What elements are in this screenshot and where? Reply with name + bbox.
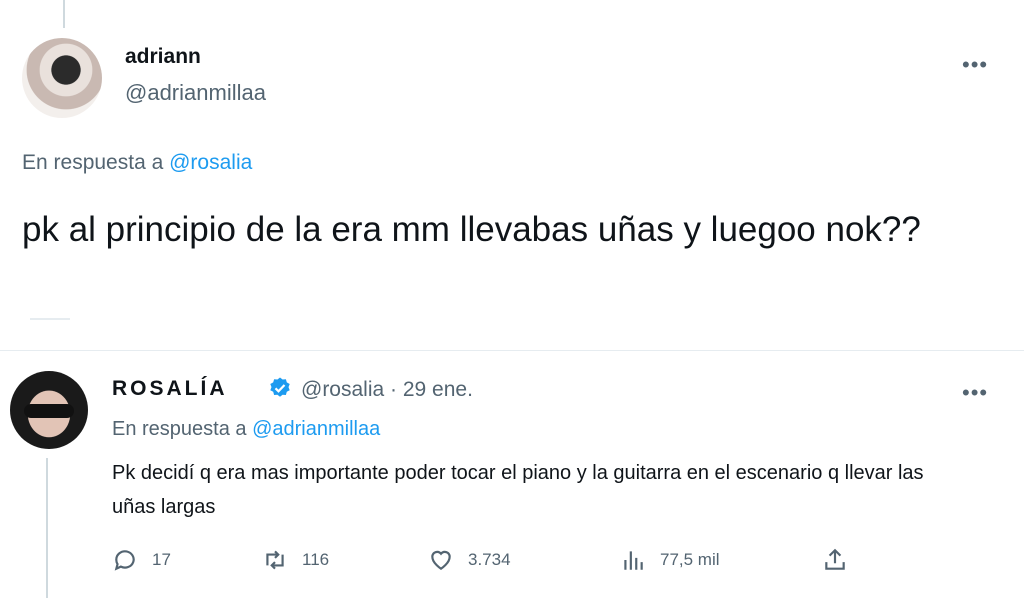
- like-button[interactable]: 3.734: [428, 545, 511, 575]
- like-icon: [431, 550, 451, 570]
- tweet-text: Pk decidí q era mas importante poder toc…: [112, 462, 924, 518]
- replying-prefix: En respuesta a: [112, 418, 247, 440]
- replying-prefix: En respuesta a: [22, 151, 164, 174]
- replying-to: En respuesta a @adrianmillaa: [112, 418, 380, 441]
- thread-line: [46, 458, 48, 598]
- author-handle[interactable]: @adrianmillaa: [125, 80, 266, 106]
- author-handle-date[interactable]: @rosalia · 29 ene.: [301, 378, 473, 402]
- verified-icon: [270, 377, 290, 397]
- more-icon[interactable]: •••: [962, 52, 988, 78]
- views-button[interactable]: 77,5 mil: [620, 545, 720, 575]
- author-name[interactable]: adriann: [125, 45, 201, 69]
- avatar[interactable]: [10, 371, 88, 449]
- separator: [0, 350, 1024, 351]
- share-button[interactable]: [822, 545, 862, 575]
- more-icon[interactable]: •••: [962, 380, 988, 406]
- reply-icon: [114, 550, 135, 571]
- retweet-button[interactable]: 116: [262, 545, 329, 575]
- author-name[interactable]: ROSALÍA: [112, 377, 228, 401]
- avatar[interactable]: [22, 38, 102, 118]
- retweet-count: 116: [302, 550, 330, 569]
- mention-link[interactable]: @adrianmillaa: [252, 418, 380, 440]
- replying-to: En respuesta a @rosalia: [22, 151, 252, 175]
- thread-line-top: [63, 0, 65, 28]
- mention-link[interactable]: @rosalia: [169, 151, 252, 174]
- reply-count: 17: [152, 550, 171, 569]
- divider: [30, 318, 70, 320]
- tweet-text: pk al principio de la era mm llevabas uñ…: [22, 210, 921, 249]
- retweet-icon: [266, 550, 284, 570]
- reply-button[interactable]: 17: [112, 545, 171, 575]
- like-count: 3.734: [468, 550, 511, 569]
- views-icon: [624, 551, 643, 570]
- share-icon: [825, 548, 845, 570]
- views-count: 77,5 mil: [660, 550, 720, 569]
